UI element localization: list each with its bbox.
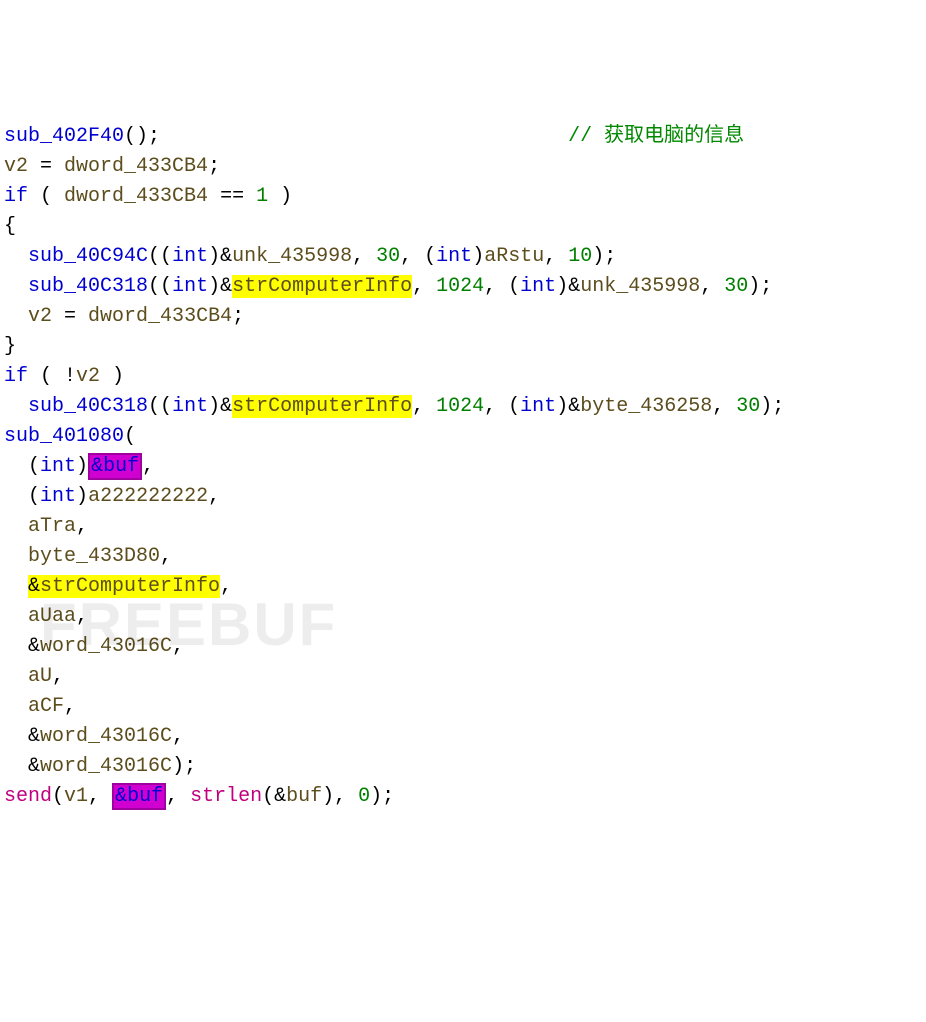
var-v2: v2 [76, 365, 100, 388]
gvar-aCF: aCF [28, 695, 64, 718]
var-strComputerInfo-ref: &strComputerInfo [28, 575, 220, 598]
var-strComputerInfo: strComputerInfo [232, 395, 412, 418]
gvar-word_43016C: word_43016C [40, 635, 172, 658]
gvar-dword_433CB4: dword_433CB4 [64, 155, 208, 178]
var-buf: buf [286, 785, 322, 808]
gvar-aUaa: aUaa [28, 605, 76, 628]
gvar-aU: aU [28, 665, 52, 688]
fn-sub_402F40: sub_402F40 [4, 125, 124, 148]
var-v2: v2 [4, 155, 28, 178]
gvar-word_43016C: word_43016C [40, 725, 172, 748]
gvar-byte_433D80: byte_433D80 [28, 545, 160, 568]
fn-send: send [4, 785, 52, 808]
gvar-word_43016C: word_43016C [40, 755, 172, 778]
var-buf: &buf [112, 783, 166, 810]
var-v2: v2 [28, 305, 52, 328]
kw-if: if [4, 185, 28, 208]
gvar-aRstu: aRstu [484, 245, 544, 268]
gvar-a222222222: a222222222 [88, 485, 208, 508]
fn-strlen: strlen [190, 785, 262, 808]
fn-sub_401080: sub_401080 [4, 425, 124, 448]
gvar-byte_436258: byte_436258 [580, 395, 712, 418]
fn-sub_40C94C: sub_40C94C [28, 245, 148, 268]
fn-sub_40C318: sub_40C318 [28, 395, 148, 418]
kw-if: if [4, 365, 28, 388]
gvar-unk_435998: unk_435998 [580, 275, 700, 298]
gvar-aTra: aTra [28, 515, 76, 538]
gvar-dword_433CB4: dword_433CB4 [88, 305, 232, 328]
decompiled-code: sub_402F40(); // 获取电脑的信息 v2 = dword_433C… [0, 120, 926, 812]
gvar-unk_435998: unk_435998 [232, 245, 352, 268]
fn-sub_40C318: sub_40C318 [28, 275, 148, 298]
var-v1: v1 [64, 785, 88, 808]
var-strComputerInfo: strComputerInfo [232, 275, 412, 298]
comment-get-computer-info: // 获取电脑的信息 [568, 125, 744, 148]
var-buf: &buf [88, 453, 142, 480]
gvar-dword_433CB4: dword_433CB4 [64, 185, 208, 208]
